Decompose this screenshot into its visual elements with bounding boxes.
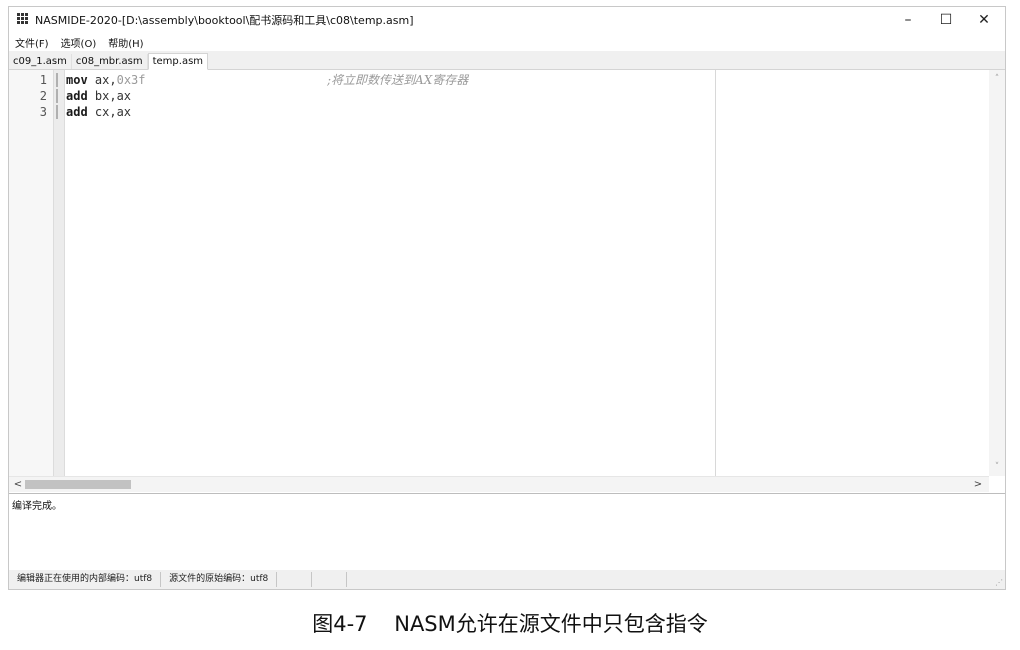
line-marker xyxy=(56,105,58,119)
menu-bar: 文件(F) 选项(O) 帮助(H) xyxy=(9,33,1005,51)
instruction-keyword: mov xyxy=(66,73,88,87)
ide-window: NASMIDE-2020-[D:\assembly\booktool\配书源码和… xyxy=(8,6,1006,590)
code-editor[interactable]: 1 2 3 mov ax,0x3f ;将立即数传送到AX寄存器 add bx,a… xyxy=(9,70,989,476)
figure-caption: 图4-7 NASM允许在源文件中只包含指令 xyxy=(312,612,708,636)
line-marker xyxy=(56,73,58,87)
instruction-operands: cx,ax xyxy=(87,105,132,119)
edge-column-guide xyxy=(715,70,716,476)
status-bar: 编辑器正在使用的内部编码：utf8 源文件的原始编码：utf8 ⋰ xyxy=(9,570,1005,589)
instruction-keyword: add xyxy=(66,89,88,103)
vertical-scrollbar[interactable]: ˄ ˅ xyxy=(989,70,1005,476)
compile-message: 编译完成。 xyxy=(12,501,62,512)
minimize-button[interactable]: – xyxy=(889,7,927,33)
immediate-value: 0x3f xyxy=(116,73,146,87)
status-internal-encoding: 编辑器正在使用的内部编码：utf8 xyxy=(9,572,162,587)
title-bar: NASMIDE-2020-[D:\assembly\booktool\配书源码和… xyxy=(9,7,1005,33)
resize-grip-icon[interactable]: ⋰ xyxy=(995,578,1003,587)
maximize-button[interactable]: ☐ xyxy=(927,7,965,33)
line-number: 3 xyxy=(39,105,47,119)
status-source-encoding: 源文件的原始编码：utf8 xyxy=(161,572,278,587)
horizontal-scrollbar[interactable]: < > xyxy=(9,476,989,492)
instruction-operands: bx,ax xyxy=(87,89,132,103)
line-number: 1 xyxy=(39,73,47,87)
tab-temp-asm[interactable]: temp.asm xyxy=(147,53,209,70)
code-line[interactable]: add bx,ax xyxy=(66,88,131,104)
scroll-right-icon[interactable]: > xyxy=(971,477,985,492)
output-panel[interactable]: 编译完成。 xyxy=(9,493,1005,571)
code-line[interactable]: mov ax,0x3f xyxy=(66,72,146,88)
menu-help[interactable]: 帮助(H) xyxy=(102,35,149,50)
scroll-down-icon[interactable]: ˅ xyxy=(989,460,1005,474)
line-number: 2 xyxy=(39,89,47,103)
instruction-operands: ax, xyxy=(87,73,117,87)
tab-c09-1-asm[interactable]: c09_1.asm xyxy=(9,54,72,69)
scroll-up-icon[interactable]: ˄ xyxy=(989,72,1005,86)
fold-margin xyxy=(54,70,65,476)
scroll-left-icon[interactable]: < xyxy=(11,477,25,492)
menu-file[interactable]: 文件(F) xyxy=(9,35,55,50)
close-button[interactable]: ✕ xyxy=(965,7,1003,33)
tab-c08-mbr-asm[interactable]: c08_mbr.asm xyxy=(72,54,148,69)
grid-app-icon xyxy=(17,13,29,25)
status-empty-cell xyxy=(312,572,348,587)
tab-bar: c09_1.asm c08_mbr.asm temp.asm xyxy=(9,51,1005,70)
code-comment: ;将立即数传送到AX寄存器 xyxy=(327,73,469,87)
line-marker xyxy=(56,89,58,103)
status-empty-cell xyxy=(277,572,313,587)
instruction-keyword: add xyxy=(66,105,88,119)
menu-options[interactable]: 选项(O) xyxy=(55,35,103,50)
line-number-gutter: 1 2 3 xyxy=(9,70,54,476)
code-line[interactable]: add cx,ax xyxy=(66,104,131,120)
horizontal-scroll-thumb[interactable] xyxy=(25,480,131,489)
window-title: NASMIDE-2020-[D:\assembly\booktool\配书源码和… xyxy=(35,14,414,27)
